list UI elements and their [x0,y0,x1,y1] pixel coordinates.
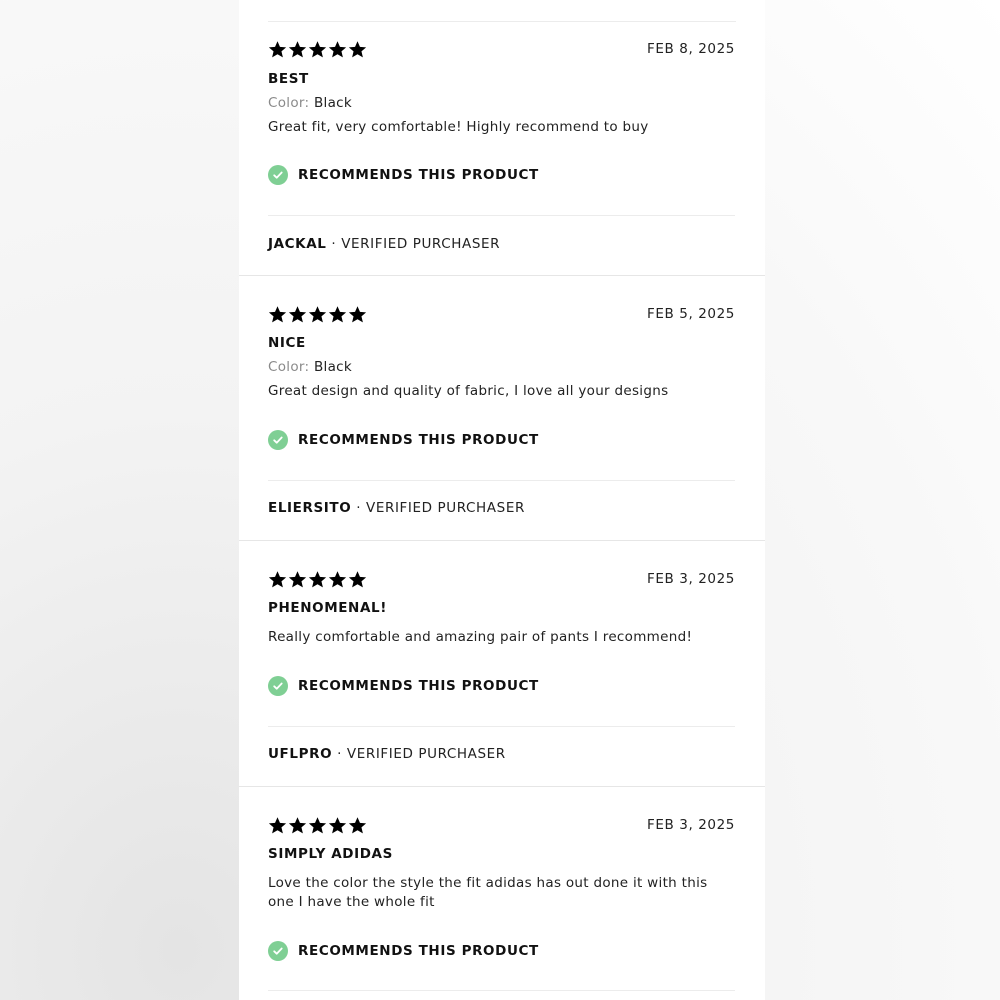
review-date: FEB 5, 2025 [647,306,735,322]
review-card: FEB 5, 2025 NICE Color: Black Great desi… [239,276,765,541]
star-rating [268,816,367,835]
star-icon [348,305,367,324]
review-divider [268,215,735,216]
checkmark-icon [268,676,288,696]
review-color: Color: Black [268,95,352,111]
review-card: FEB 8, 2025 BEST Color: Black Great fit,… [239,22,765,276]
star-icon [288,305,307,324]
recommends-badge: RECOMMENDS THIS PRODUCT [268,676,539,696]
recommends-label: RECOMMENDS THIS PRODUCT [298,432,539,448]
author-name: UFLPRO [268,746,333,762]
checkmark-icon [268,430,288,450]
author-name: JACKAL [268,236,327,252]
star-icon [348,570,367,589]
star-icon [348,40,367,59]
author-separator: · [356,500,362,516]
star-icon [268,816,287,835]
star-icon [268,40,287,59]
color-label: Color: [268,95,310,111]
review-card: FEB 3, 2025 PHENOMENAL! Really comfortab… [239,541,765,787]
star-icon [328,40,347,59]
review-divider [268,726,735,727]
review-divider [268,990,735,991]
star-icon [308,40,327,59]
reviews-panel: FEB 8, 2025 BEST Color: Black Great fit,… [239,0,765,1000]
star-icon [328,816,347,835]
review-date: FEB 8, 2025 [647,41,735,57]
review-title: BEST [268,71,309,87]
star-icon [288,40,307,59]
star-icon [288,816,307,835]
author-name: ELIERSITO [268,500,352,516]
review-title: NICE [268,335,306,351]
verified-label: VERIFIED PURCHASER [366,500,525,516]
recommends-label: RECOMMENDS THIS PRODUCT [298,678,539,694]
color-label: Color: [268,359,310,375]
star-rating [268,40,367,59]
star-icon [348,816,367,835]
recommends-badge: RECOMMENDS THIS PRODUCT [268,165,539,185]
recommends-label: RECOMMENDS THIS PRODUCT [298,943,539,959]
color-value: Black [313,95,352,111]
recommends-badge: RECOMMENDS THIS PRODUCT [268,941,539,961]
author-separator: · [337,746,342,762]
star-icon [328,305,347,324]
author-separator: · [331,236,337,252]
checkmark-icon [268,941,288,961]
color-value: Black [313,359,352,375]
review-body: Really comfortable and amazing pair of p… [268,629,693,645]
review-date: FEB 3, 2025 [647,817,735,833]
review-title: PHENOMENAL! [268,600,387,616]
star-icon [328,570,347,589]
recommends-label: RECOMMENDS THIS PRODUCT [298,167,539,183]
review-author: UFLPRO · VERIFIED PURCHASER [268,746,506,762]
checkmark-icon [268,165,288,185]
review-divider [268,480,735,481]
review-body: Love the color the style the fit adidas … [268,875,708,910]
review-body: Great design and quality of fabric, I lo… [268,383,669,399]
verified-label: VERIFIED PURCHASER [341,236,501,252]
review-title: SIMPLY ADIDAS [268,846,393,862]
star-icon [308,816,327,835]
review-date: FEB 3, 2025 [647,571,735,587]
star-rating [268,570,367,589]
star-icon [268,570,287,589]
star-icon [308,305,327,324]
review-author: ELIERSITO · VERIFIED PURCHASER [268,500,525,516]
star-icon [288,570,307,589]
review-color: Color: Black [268,359,352,375]
star-rating [268,305,367,324]
star-icon [268,305,287,324]
verified-label: VERIFIED PURCHASER [346,746,506,762]
review-body: Great fit, very comfortable! Highly reco… [268,119,649,135]
recommends-badge: RECOMMENDS THIS PRODUCT [268,430,539,450]
review-author: JACKAL · VERIFIED PURCHASER [268,236,500,252]
review-card: FEB 3, 2025 SIMPLY ADIDAS Love the color… [239,787,765,1000]
star-icon [308,570,327,589]
